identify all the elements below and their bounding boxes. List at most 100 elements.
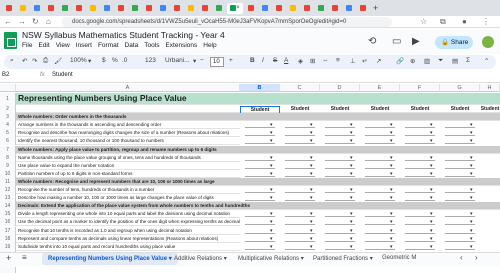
dropdown-chevron-icon[interactable]: ▾ — [310, 187, 313, 193]
back-icon[interactable]: ← — [4, 17, 12, 26]
dropdown-chevron-icon[interactable]: ▾ — [390, 228, 393, 234]
comment-icon[interactable]: ▭ — [392, 36, 401, 47]
browser-tab[interactable] — [101, 3, 113, 14]
browser-tab[interactable] — [213, 3, 225, 14]
sheet-tab-chevron-down-icon[interactable]: ▾ — [169, 256, 172, 262]
skill-row[interactable]: Recognise the number of tens, hundreds o… — [16, 186, 240, 195]
row-number[interactable]: 3 — [0, 113, 16, 122]
paint-format-icon[interactable]: 🖌 — [54, 57, 62, 65]
print-icon[interactable]: ⎙ — [43, 57, 48, 65]
dropdown-chevron-icon[interactable]: ▾ — [390, 195, 393, 201]
dropdown-chevron-icon[interactable]: ▾ — [470, 195, 473, 201]
extensions-icon[interactable]: ⧉ — [440, 17, 446, 27]
strikethrough-button[interactable]: S — [273, 57, 277, 64]
dropdown-chevron-icon[interactable]: ▾ — [470, 219, 473, 225]
dropdown-chevron-icon[interactable]: ▾ — [430, 211, 433, 217]
skill-row[interactable]: Use the decimal point as a marker to ide… — [16, 218, 240, 227]
dropdown-chevron-icon[interactable]: ▾ — [270, 163, 273, 169]
home-icon[interactable]: ⌂ — [46, 17, 51, 26]
formula-input[interactable]: Student — [52, 72, 73, 78]
dropdown-chevron-icon[interactable]: ▾ — [310, 228, 313, 234]
browser-tab[interactable] — [185, 3, 197, 14]
row-number[interactable]: 8 — [0, 153, 16, 162]
column-header-c[interactable]: C — [280, 84, 320, 92]
document-title[interactable]: NSW Syllabus Mathematics Student Trackin… — [22, 30, 225, 40]
menu-edit[interactable]: Edit — [38, 42, 49, 49]
undo-icon[interactable]: ↶ — [22, 57, 27, 65]
skill-row[interactable]: Partition numbers of up to 6 digits in n… — [16, 170, 240, 178]
zoom-select[interactable]: 100% — [70, 57, 87, 64]
search-icon[interactable]: ⌕ — [10, 57, 14, 65]
dropdown-chevron-icon[interactable]: ▾ — [310, 138, 313, 144]
dropdown-chevron-icon[interactable]: ▾ — [430, 195, 433, 201]
insert-comment-icon[interactable]: ⊕ — [410, 57, 415, 65]
browser-tab[interactable] — [59, 3, 71, 14]
dropdown-chevron-icon[interactable]: ▾ — [270, 187, 273, 193]
browser-tab[interactable] — [357, 3, 369, 14]
dropdown-chevron-icon[interactable]: ▾ — [270, 211, 273, 217]
dropdown-chevron-icon[interactable]: ▾ — [350, 138, 353, 144]
add-sheet-button[interactable]: + — [6, 253, 11, 263]
italic-button[interactable]: I — [262, 57, 264, 64]
dropdown-chevron-icon[interactable]: ▾ — [430, 130, 433, 136]
dropdown-chevron-icon[interactable]: ▾ — [390, 163, 393, 169]
skill-row[interactable]: Describe how making a number 10, 100 or … — [16, 194, 240, 203]
student-header-cell[interactable]: Student — [440, 106, 480, 112]
sheet-tab[interactable]: Geometric M — [382, 255, 416, 261]
borders-icon[interactable]: ⊞ — [310, 57, 315, 65]
student-header-cell[interactable]: Student — [360, 106, 400, 112]
browser-tab[interactable] — [259, 3, 271, 14]
row-number[interactable]: 13 — [0, 194, 16, 203]
horizontal-align-icon[interactable]: ≡ — [336, 57, 340, 64]
row-number[interactable]: 1 — [0, 93, 16, 105]
skill-row[interactable]: Subdivide tenths into 10 equal parts and… — [16, 243, 240, 251]
column-header-g[interactable]: G — [440, 84, 480, 92]
scroll-tabs-left-icon[interactable]: ‹ — [460, 253, 463, 262]
percent-format-button[interactable]: % — [112, 57, 118, 64]
dropdown-chevron-icon[interactable]: ▾ — [470, 122, 473, 128]
dropdown-chevron-icon[interactable]: ▾ — [470, 236, 473, 242]
sheet-tab[interactable]: Multiplicative Relations ▾ — [238, 255, 304, 262]
dropdown-chevron-icon[interactable]: ▾ — [310, 211, 313, 217]
filter-icon[interactable]: ⏷ — [438, 57, 443, 65]
row-number[interactable]: 17 — [0, 226, 16, 235]
skill-row[interactable]: Arrange numbers in the thousands in asce… — [16, 121, 240, 130]
browser-tab[interactable] — [171, 3, 183, 14]
menu-extensions[interactable]: Extensions — [165, 42, 197, 49]
decrease-decimal-button[interactable]: .0 — [122, 57, 127, 64]
row-number[interactable]: 2 — [0, 105, 16, 114]
category-row[interactable]: Decimals: Extend the application of the … — [16, 202, 500, 211]
insert-link-icon[interactable]: 🔗 — [396, 57, 404, 65]
dropdown-chevron-icon[interactable]: ▾ — [430, 163, 433, 169]
dropdown-chevron-icon[interactable]: ▾ — [390, 122, 393, 128]
skill-row[interactable]: Recognise that 10 tenths is recorded as … — [16, 227, 240, 235]
reload-icon[interactable]: ↻ — [32, 17, 39, 26]
dropdown-chevron-icon[interactable]: ▾ — [430, 187, 433, 193]
dropdown-chevron-icon[interactable]: ▾ — [470, 163, 473, 169]
functions-icon[interactable]: Σ — [466, 57, 470, 64]
forward-icon[interactable]: → — [18, 17, 26, 26]
row-number[interactable]: 10 — [0, 169, 16, 178]
browser-tab[interactable] — [73, 3, 85, 14]
avatar[interactable] — [482, 36, 494, 48]
dropdown-chevron-icon[interactable]: ▾ — [390, 219, 393, 225]
font-family-select[interactable]: Urbani... — [165, 57, 190, 64]
browser-tab[interactable] — [17, 3, 29, 14]
browser-tab[interactable] — [287, 3, 299, 14]
sheet-title-cell[interactable]: Representing Numbers Using Place Value — [16, 93, 500, 105]
dropdown-chevron-icon[interactable]: ▾ — [470, 130, 473, 136]
browser-tab[interactable] — [199, 3, 211, 14]
dropdown-chevron-icon[interactable]: ▾ — [390, 130, 393, 136]
browser-tab[interactable] — [301, 3, 313, 14]
collapse-toolbar-icon[interactable]: ⌃ — [484, 57, 489, 65]
insert-chart-icon[interactable]: ▥ — [424, 57, 430, 65]
profile-icon[interactable]: ● — [462, 17, 467, 26]
dropdown-chevron-icon[interactable]: ▾ — [270, 138, 273, 144]
dropdown-chevron-icon[interactable]: ▾ — [470, 138, 473, 144]
bold-button[interactable]: B — [250, 57, 255, 64]
dropdown-chevron-icon[interactable]: ▾ — [390, 171, 393, 177]
dropdown-chevron-icon[interactable]: ▾ — [350, 244, 353, 250]
new-tab-button[interactable]: + — [373, 3, 378, 13]
row-number[interactable]: 9 — [0, 161, 16, 170]
row-number[interactable]: 11 — [0, 177, 16, 186]
